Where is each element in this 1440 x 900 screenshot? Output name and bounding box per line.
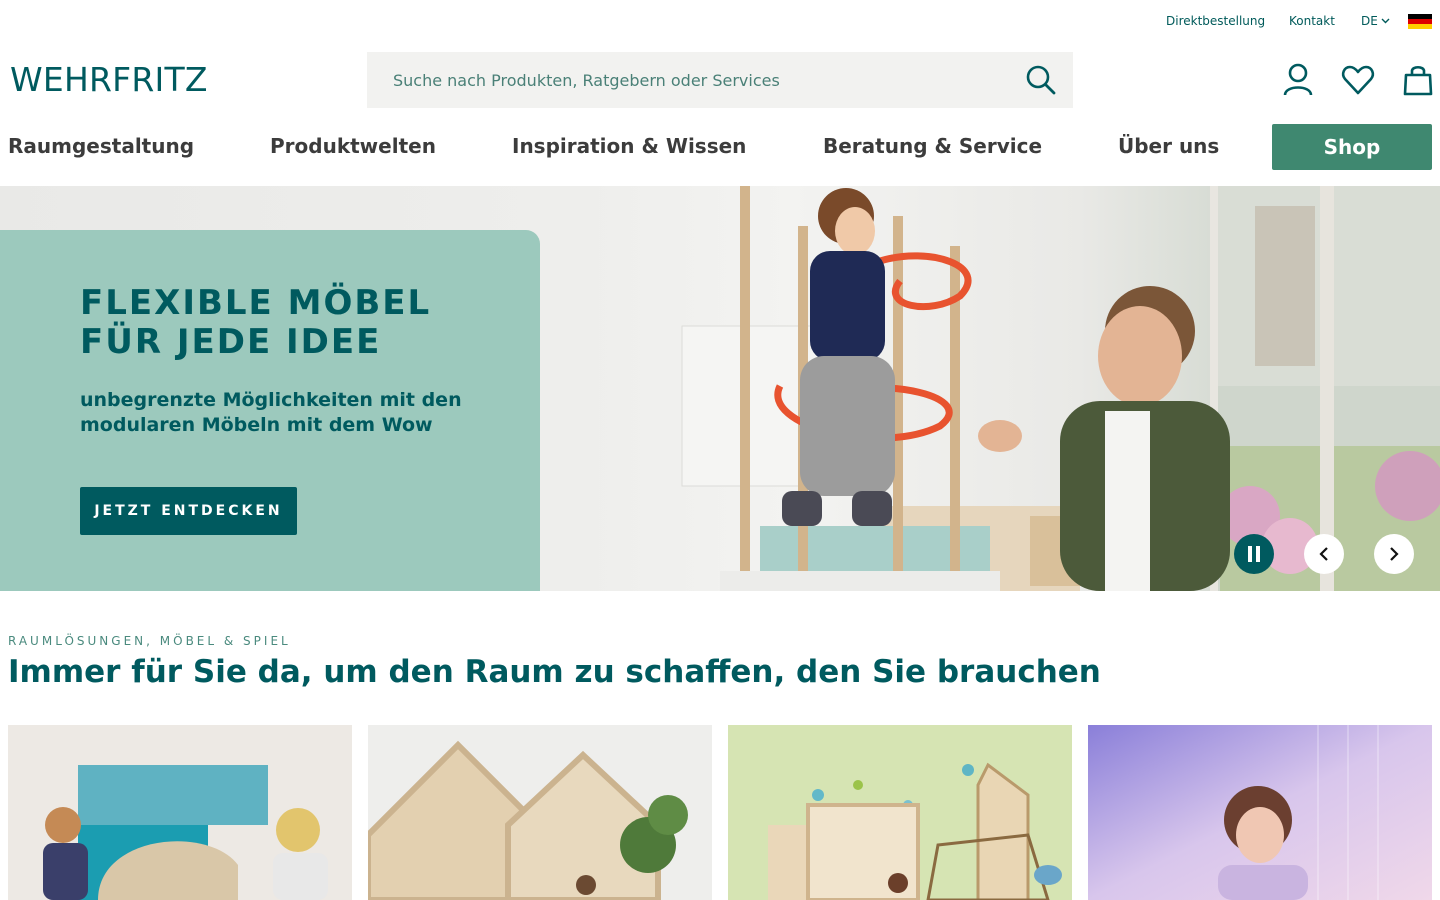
nav-item-beratung-service[interactable]: Beratung & Service [823,134,1042,158]
search-bar [367,52,1073,108]
logo[interactable]: WEHRFRITZ [10,58,210,99]
shop-button[interactable]: Shop [1272,124,1432,170]
chevron-down-icon [1381,18,1390,24]
hero-subtitle: unbegrenzte Möglichkeiten mit den modula… [80,389,462,436]
slider-prev-button[interactable] [1304,534,1344,574]
account-button[interactable] [1280,62,1316,98]
search-input[interactable] [367,52,1007,108]
search-icon [1026,65,1056,95]
card-image [728,725,1072,900]
shopping-bag-icon [1403,65,1433,96]
slider-next-button[interactable] [1374,534,1414,574]
slider-pause-button[interactable] [1234,534,1274,574]
card-image [8,725,352,900]
section-eyebrow: RAUMLÖSUNGEN, MÖBEL & SPIEL [8,634,291,648]
card-image [368,725,712,900]
nav-item-ueber-uns[interactable]: Über uns [1118,134,1219,158]
cart-button[interactable] [1400,62,1436,98]
pause-icon [1248,546,1260,562]
chevron-left-icon [1319,547,1328,561]
wishlist-button[interactable] [1340,62,1376,98]
nav-item-produktwelten[interactable]: Produktwelten [270,134,436,158]
direktbestellung-link[interactable]: Direktbestellung [1166,14,1265,28]
kontakt-link[interactable]: Kontakt [1289,14,1335,28]
language-selector[interactable]: DE [1361,14,1390,28]
language-label: DE [1361,14,1378,28]
category-card[interactable] [368,725,712,900]
nav-item-raumgestaltung[interactable]: Raumgestaltung [8,134,194,158]
category-card[interactable] [728,725,1072,900]
search-button[interactable] [1025,64,1057,96]
chevron-right-icon [1390,547,1399,561]
hero-banner: FLEXIBLE MÖBEL FÜR JEDE IDEE unbegrenzte… [0,186,1440,591]
utility-bar: Direktbestellung Kontakt DE [0,0,1440,44]
hero-title: FLEXIBLE MÖBEL FÜR JEDE IDEE [80,283,432,362]
heart-icon [1341,65,1375,95]
section-title: Immer für Sie da, um den Raum zu schaffe… [8,654,1101,690]
card-image [1088,725,1432,900]
category-card[interactable] [8,725,352,900]
wehrfritz-logo: WEHRFRITZ [10,60,208,99]
category-card[interactable] [1088,725,1432,900]
account-icon [1283,63,1313,96]
hero-cta-button[interactable]: JETZT ENTDECKEN [80,487,297,535]
germany-flag-icon[interactable] [1408,14,1432,29]
logo-text: WEHRFRITZ [10,60,208,98]
nav-item-inspiration-wissen[interactable]: Inspiration & Wissen [512,134,746,158]
